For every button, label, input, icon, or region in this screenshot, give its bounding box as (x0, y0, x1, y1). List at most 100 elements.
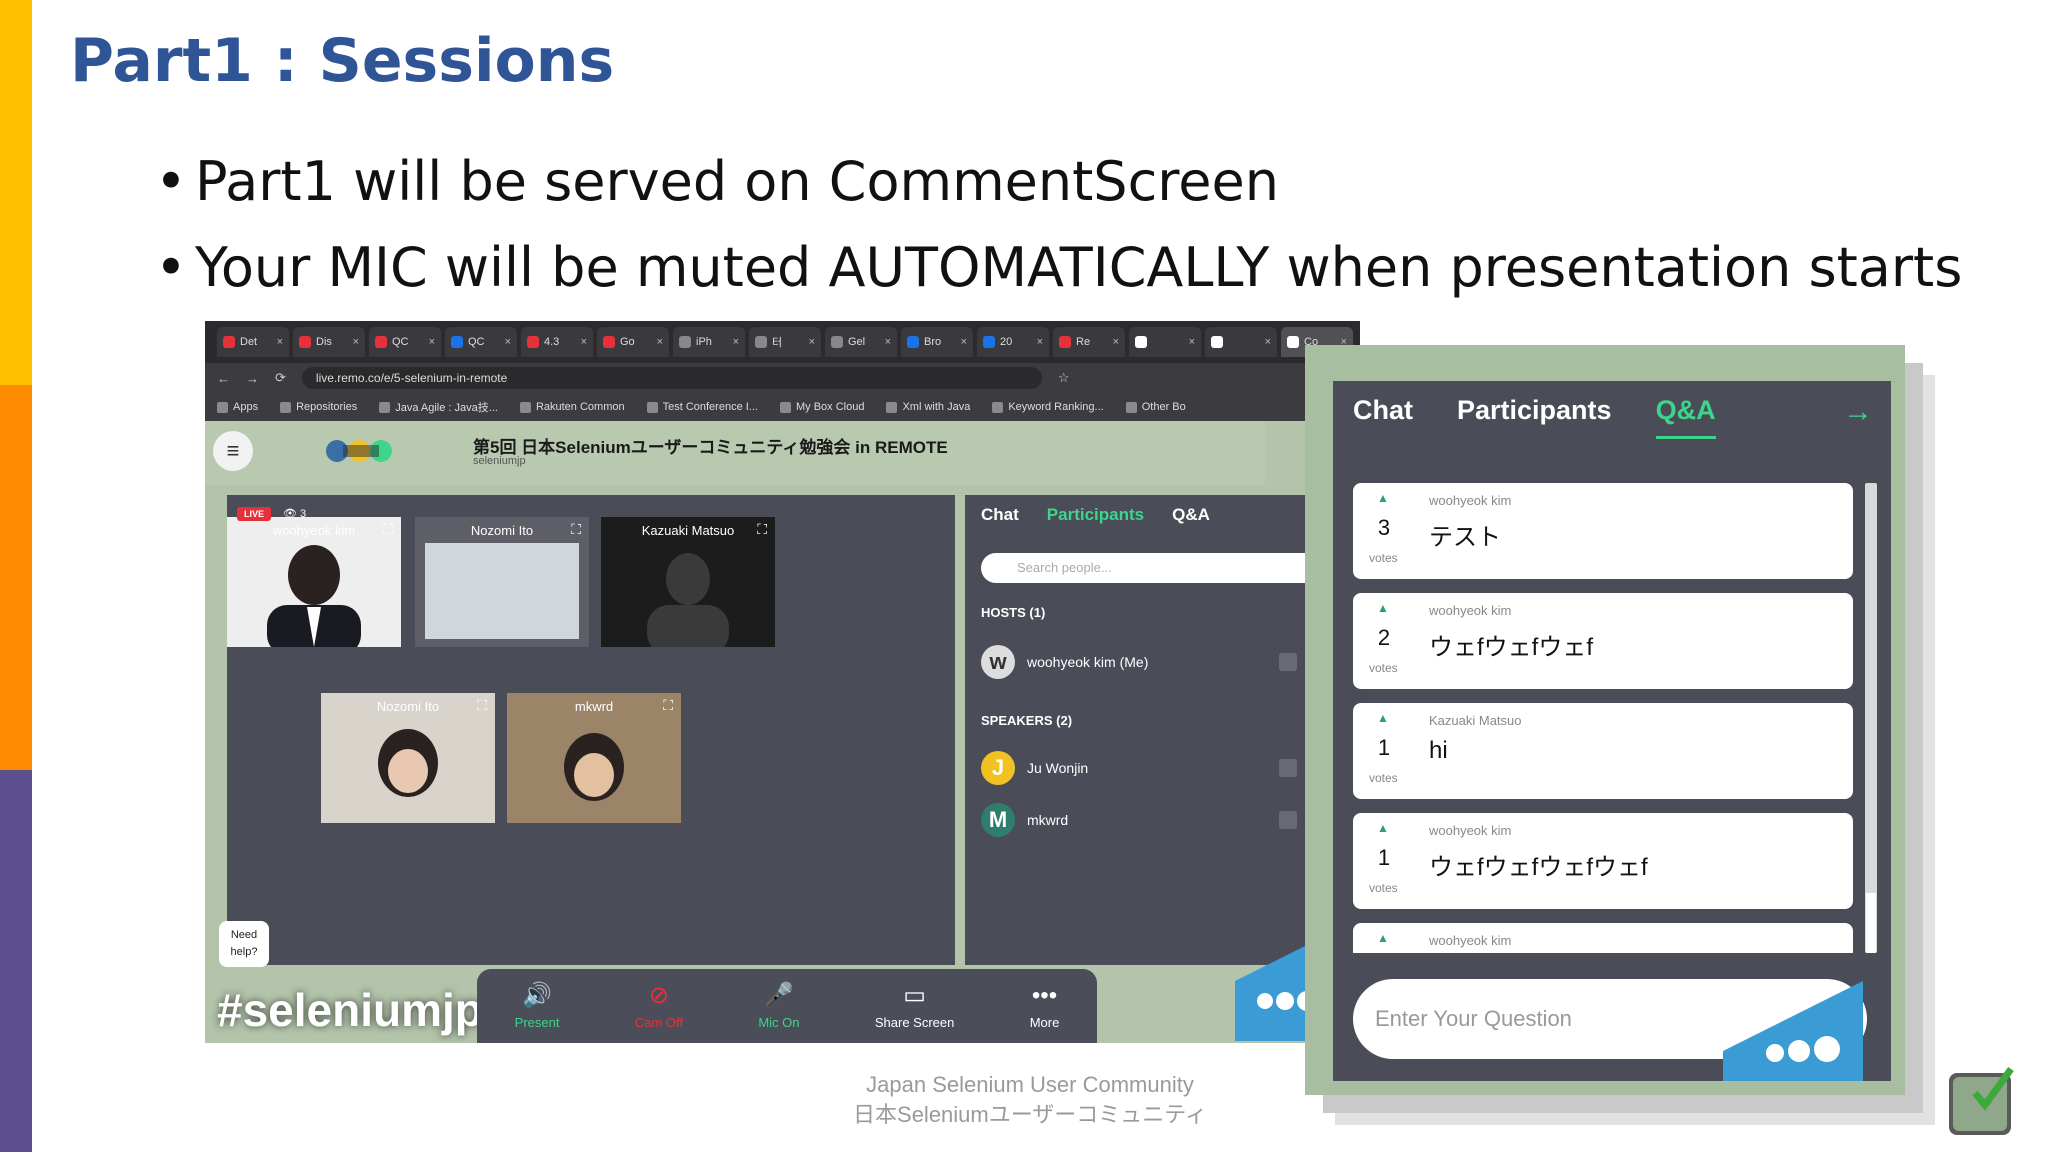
video-tile[interactable]: woohyeok kim ⛶ (227, 517, 401, 647)
question-card[interactable]: ▲ woohyeok kim (1353, 923, 1853, 953)
tab-qa[interactable]: Q&A (1655, 395, 1716, 439)
tab-chat[interactable]: Chat (1353, 395, 1413, 439)
fullscreen-icon[interactable]: ⛶ (757, 521, 767, 538)
bookmark-item[interactable]: Repositories (280, 401, 357, 413)
present-button[interactable]: 🔊 Present (515, 982, 560, 1030)
close-tab-icon[interactable]: × (961, 336, 967, 348)
bookmark-icon (886, 401, 898, 413)
close-tab-icon[interactable]: × (581, 336, 587, 348)
close-tab-icon[interactable]: × (505, 336, 511, 348)
menu-icon[interactable]: ≡ (213, 431, 253, 471)
arrow-right-icon[interactable]: → (1843, 395, 1873, 429)
footer-jp: 日本Seleniumユーザーコミュニティ (853, 1102, 1207, 1127)
browser-tab[interactable]: QC × (445, 327, 517, 357)
video-tile[interactable]: Nozomi Ito ⛶ (415, 517, 589, 647)
upvote-icon[interactable]: ▲ (1377, 491, 1389, 505)
viewer-count: 👁 3 (283, 508, 307, 520)
close-tab-icon[interactable]: × (657, 336, 663, 348)
video-tile[interactable]: Nozomi Ito ⛶ (321, 693, 495, 823)
cam-off-button[interactable]: ⊘ Cam Off (635, 981, 683, 1030)
browser-tab[interactable]: Re × (1053, 327, 1125, 357)
forward-icon[interactable]: → (246, 371, 259, 386)
participant-row[interactable]: M mkwrd (981, 803, 1341, 837)
question-author: Kazuaki Matsuo (1429, 713, 1522, 728)
video-tile[interactable]: mkwrd ⛶ (507, 693, 681, 823)
close-tab-icon[interactable]: × (1265, 336, 1271, 348)
browser-tab[interactable]: × (1129, 327, 1201, 357)
avatar: M (981, 803, 1015, 837)
browser-tab[interactable]: 4.3 × (521, 327, 593, 357)
browser-tab[interactable]: × (1205, 327, 1277, 357)
browser-tab[interactable]: QC × (369, 327, 441, 357)
question-list-scrollbar[interactable] (1865, 483, 1877, 953)
bookmark-item[interactable]: Keyword Ranking... (992, 401, 1104, 413)
close-tab-icon[interactable]: × (353, 336, 359, 348)
bookmark-item[interactable]: Apps (217, 401, 258, 413)
upvote-icon[interactable]: ▲ (1377, 711, 1389, 725)
browser-tab[interactable]: Go × (597, 327, 669, 357)
linkedin-icon[interactable] (1279, 759, 1297, 777)
close-tab-icon[interactable]: × (1037, 336, 1043, 348)
upvote-icon[interactable]: ▲ (1377, 931, 1389, 945)
bookmark-item[interactable]: Xml with Java (886, 401, 970, 413)
need-help-button[interactable]: Need help? (219, 921, 269, 967)
browser-tab[interactable]: Det × (217, 327, 289, 357)
star-icon[interactable]: ☆ (1058, 370, 1070, 386)
bookmark-item[interactable]: Other Bo (1125, 401, 1186, 413)
bookmark-label: Apps (233, 401, 259, 413)
upvote-icon[interactable]: ▲ (1377, 601, 1389, 615)
close-tab-icon[interactable]: × (809, 336, 815, 348)
tab-chat[interactable]: Chat (981, 505, 1019, 525)
participant-row[interactable]: w woohyeok kim (Me) (981, 645, 1341, 679)
browser-tab[interactable]: Dis × (293, 327, 365, 357)
browser-tab[interactable]: 터 × (749, 327, 821, 357)
fullscreen-icon[interactable]: ⛶ (663, 697, 673, 714)
question-card[interactable]: ▲ 1 votes woohyeok kim ウェfウェfウェfウェf (1353, 813, 1853, 909)
fullscreen-icon[interactable]: ⛶ (571, 521, 581, 538)
browser-tab[interactable]: iPh × (673, 327, 745, 357)
video-name: woohyeok kim (272, 523, 356, 538)
upvote-icon[interactable]: ▲ (1377, 821, 1389, 835)
votes-label: votes (1369, 661, 1398, 675)
close-tab-icon[interactable]: × (429, 336, 435, 348)
fullscreen-icon[interactable]: ⛶ (383, 521, 393, 538)
tab-participants[interactable]: Participants (1457, 395, 1612, 439)
bookmark-item[interactable]: Test Conference I... (646, 401, 758, 413)
close-tab-icon[interactable]: × (885, 336, 891, 348)
tab-participants[interactable]: Participants (1047, 505, 1144, 525)
qa-panel: Chat Participants Q&A → ▲ 3 votes woohye… (1333, 381, 1891, 1081)
bookmark-item[interactable]: My Box Cloud (779, 401, 864, 413)
search-people-input[interactable]: Search people... (981, 553, 1360, 583)
browser-tab-label: Gel (848, 336, 866, 348)
linkedin-icon[interactable] (1279, 653, 1297, 671)
video-tile[interactable]: Kazuaki Matsuo ⛶ (601, 517, 775, 647)
linkedin-icon[interactable] (1279, 811, 1297, 829)
question-card[interactable]: ▲ 2 votes woohyeok kim ウェfウェfウェf (1353, 593, 1853, 689)
fullscreen-icon[interactable]: ⛶ (477, 697, 487, 714)
address-input[interactable]: live.remo.co/e/5-selenium-in-remote (301, 367, 1042, 389)
bookmark-item[interactable]: Rakuten Common (519, 401, 625, 413)
mic-on-button[interactable]: 🎤 Mic On (758, 982, 799, 1030)
close-tab-icon[interactable]: × (1113, 336, 1119, 348)
close-tab-icon[interactable]: × (1189, 336, 1195, 348)
browser-tab-bar: Det × Dis × QC × QC × 4.3 × Go × iPh × 터 × Gel × Bro × 20 × Re… (205, 321, 1360, 363)
reload-icon[interactable]: ⟳ (275, 370, 286, 386)
browser-tab[interactable]: Bro × (901, 327, 973, 357)
back-icon[interactable]: ← (217, 371, 230, 386)
participant-row[interactable]: J Ju Wonjin (981, 751, 1341, 785)
question-text: ウェfウェfウェf (1429, 634, 1594, 661)
favicon-icon (1287, 336, 1299, 348)
share-screen-button[interactable]: ▭ Share Screen (875, 982, 955, 1030)
bookmark-item[interactable]: Java Agile : Java技... (379, 399, 498, 415)
bookmark-icon (992, 401, 1004, 413)
browser-tab[interactable]: Gel × (825, 327, 897, 357)
browser-tab[interactable]: 20 × (977, 327, 1049, 357)
question-card[interactable]: ▲ 3 votes woohyeok kim テスト (1353, 483, 1853, 579)
question-card[interactable]: ▲ 1 votes Kazuaki Matsuo hi (1353, 703, 1853, 799)
camera-off-icon: ⊘ (648, 981, 669, 1009)
close-tab-icon[interactable]: × (733, 336, 739, 348)
question-text: テスト (1429, 524, 1501, 551)
close-tab-icon[interactable]: × (277, 336, 283, 348)
tab-qa[interactable]: Q&A (1172, 505, 1210, 525)
more-button[interactable]: ••• More (1030, 982, 1060, 1030)
